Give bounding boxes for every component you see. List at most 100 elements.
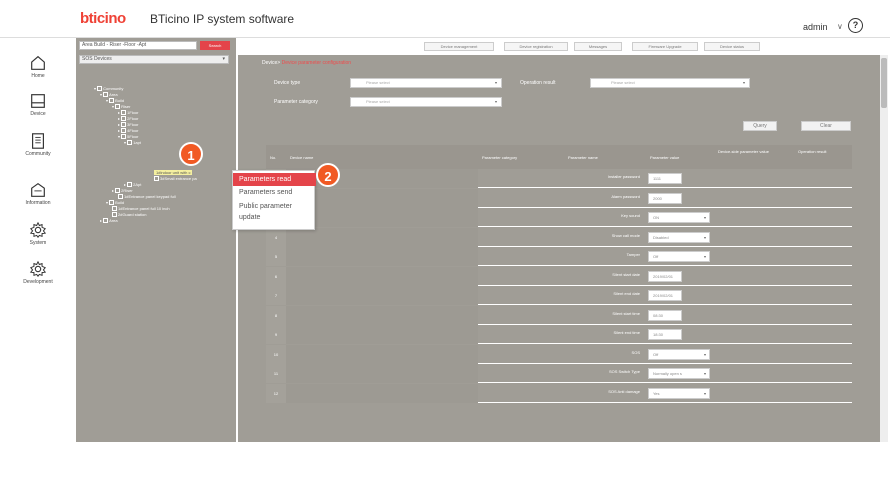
parameter-value-text: 08:30 bbox=[653, 312, 664, 318]
device-registration-button[interactable]: Device registration bbox=[504, 42, 568, 51]
home-icon bbox=[31, 55, 45, 70]
checkbox[interactable] bbox=[154, 176, 159, 182]
checkbox[interactable] bbox=[115, 104, 121, 110]
checkbox[interactable] bbox=[109, 98, 115, 104]
help-icon[interactable]: ? bbox=[848, 18, 863, 33]
checkbox[interactable] bbox=[118, 194, 123, 200]
tree-node[interactable]: 1#Entrance panel keypad full bbox=[118, 194, 176, 200]
device-type-select[interactable]: Please select ▾ bbox=[350, 78, 502, 88]
checkbox[interactable] bbox=[97, 86, 103, 92]
scrollbar-thumb[interactable] bbox=[881, 58, 887, 108]
tree-node[interactable]: 2#Guard station bbox=[112, 212, 146, 218]
table-row: 5 Tamper Off ▾ bbox=[266, 247, 852, 266]
parameter-name: Tamper bbox=[626, 252, 640, 257]
tree-node[interactable]: ▸ 1Floor bbox=[118, 110, 138, 116]
app-title: BTicino IP system software bbox=[150, 12, 295, 26]
tree-node[interactable]: ▸ 2Apt bbox=[124, 182, 141, 188]
parameter-value-input[interactable]: 1111 bbox=[648, 173, 682, 184]
tree-node[interactable]: ▾ Riser bbox=[112, 104, 130, 110]
tree-node[interactable]: ▾ 1apt bbox=[124, 140, 141, 146]
tree-node[interactable]: 3#Small entrance pa bbox=[154, 176, 197, 182]
parameter-value-input[interactable]: 2019/02/01 bbox=[648, 290, 682, 301]
checkbox[interactable] bbox=[103, 92, 109, 98]
parameter-value-select[interactable]: Disabled ▾ bbox=[648, 231, 710, 243]
development-gear-icon bbox=[29, 260, 47, 278]
community-icon bbox=[32, 133, 44, 149]
device-filter-select[interactable]: SOS Devices ▾ bbox=[79, 55, 229, 64]
nav-development[interactable]: Development bbox=[0, 260, 76, 285]
user-menu[interactable]: admin bbox=[803, 22, 828, 32]
checkbox[interactable] bbox=[121, 134, 127, 140]
checkbox[interactable] bbox=[121, 128, 127, 134]
nav-home[interactable]: Home bbox=[0, 54, 76, 79]
operation-result-select[interactable]: Please select ▾ bbox=[590, 78, 750, 88]
parameter-value-input[interactable]: 2019/02/01 bbox=[648, 270, 682, 282]
parameter-value-text: 18:30 bbox=[653, 332, 664, 337]
parameter-value-select[interactable]: Yes ▾ bbox=[648, 387, 710, 399]
tree-node[interactable]: ▸ Area bbox=[100, 218, 118, 224]
device-management-button[interactable]: Device management bbox=[424, 42, 494, 51]
tree-node[interactable]: ▸ 2Riser bbox=[112, 188, 133, 194]
table-row: 9 Silent end time 18:30 bbox=[266, 325, 852, 344]
column-header: Parameter value bbox=[650, 155, 680, 160]
checkbox[interactable] bbox=[121, 116, 127, 122]
messages-button[interactable]: Messages bbox=[574, 42, 622, 51]
parameters-send-menu-item[interactable]: Parameters send bbox=[233, 187, 316, 199]
chevron-down-icon[interactable]: ∨ bbox=[837, 22, 843, 31]
checkbox[interactable] bbox=[121, 110, 127, 116]
parameter-value-input[interactable]: 18:30 bbox=[648, 329, 682, 340]
parameter-value-select[interactable]: Normally open s ▾ bbox=[648, 368, 710, 379]
vertical-scrollbar[interactable] bbox=[880, 55, 888, 442]
nav-device[interactable]: Device bbox=[0, 92, 76, 117]
tree-node[interactable]: ▾ 5Floor bbox=[118, 134, 138, 140]
checkbox[interactable] bbox=[127, 140, 133, 146]
firmware-upgrade-button[interactable]: Firmware Upgrade bbox=[632, 42, 698, 51]
checkbox[interactable] bbox=[112, 206, 117, 212]
area-search-input[interactable]: Area Build - Riser -Floor -Apt bbox=[79, 41, 197, 50]
parameter-value-text: Disabled bbox=[653, 234, 669, 240]
checkbox[interactable] bbox=[112, 212, 117, 218]
table-row: 6 Silent start date 2019/02/01 bbox=[266, 266, 852, 286]
tree-node[interactable]: ▸ 3Floor bbox=[118, 122, 138, 128]
parameter-category-select[interactable]: Please select ▾ bbox=[350, 97, 502, 107]
parameter-value-select[interactable]: ON ▾ bbox=[648, 212, 710, 223]
parameter-value-text: ON bbox=[653, 215, 659, 220]
parameter-value-select[interactable]: Off ▾ bbox=[648, 251, 710, 262]
nav-system[interactable]: System bbox=[0, 221, 76, 246]
query-button[interactable]: Query bbox=[743, 121, 777, 131]
parameter-value-input[interactable]: 2000 bbox=[648, 192, 682, 204]
checkbox[interactable] bbox=[127, 182, 133, 188]
tree-node[interactable]: ▸ 2Floor bbox=[118, 116, 138, 122]
left-navigation: Home Device Community Information System… bbox=[0, 38, 76, 488]
parameter-value-select[interactable]: Off ▾ bbox=[648, 348, 710, 360]
tree-node[interactable]: 1#Entrance panel full 10 inch bbox=[112, 206, 170, 212]
tree-node-selected[interactable]: 1#indoor unit with c bbox=[154, 170, 193, 175]
breadcrumb-root[interactable]: Device bbox=[262, 60, 277, 66]
device-name-cell bbox=[286, 325, 478, 344]
parameters-read-menu-item[interactable]: Parameters read bbox=[233, 173, 316, 186]
device-status-button[interactable]: Device status bbox=[704, 42, 760, 51]
bticino-logo: bticino bbox=[80, 10, 126, 27]
tree-node[interactable]: ▾ Build bbox=[106, 98, 124, 104]
tree-node[interactable]: ▾ Build bbox=[106, 200, 124, 206]
tree-node[interactable]: ▾ Community bbox=[94, 86, 123, 92]
clear-button[interactable]: Clear bbox=[801, 121, 851, 131]
row-number: 6 bbox=[266, 266, 286, 286]
tree-node[interactable]: ▾ Area bbox=[100, 92, 118, 98]
public-parameter-update-menu-item[interactable]: Public parameter update bbox=[233, 201, 316, 225]
chevron-down-icon: ▾ bbox=[703, 234, 706, 240]
checkbox[interactable] bbox=[115, 188, 121, 194]
chevron-down-icon: ▾ bbox=[742, 80, 745, 85]
nav-information[interactable]: Information bbox=[0, 181, 76, 206]
nav-community[interactable]: Community bbox=[0, 132, 76, 157]
checkbox[interactable] bbox=[121, 122, 127, 128]
parameter-value-input[interactable]: 08:30 bbox=[648, 309, 682, 321]
tree-node[interactable]: ▸ 4Floor bbox=[118, 128, 138, 134]
checkbox[interactable] bbox=[103, 218, 109, 224]
checkbox[interactable] bbox=[109, 200, 115, 206]
parameter-category-label: Parameter category bbox=[274, 99, 318, 105]
step-callout: 1 bbox=[179, 142, 203, 166]
parameter-name: Show call mode bbox=[611, 232, 640, 238]
search-button[interactable]: Search bbox=[200, 41, 230, 50]
breadcrumb-current: Device parameter configuration bbox=[281, 60, 352, 66]
